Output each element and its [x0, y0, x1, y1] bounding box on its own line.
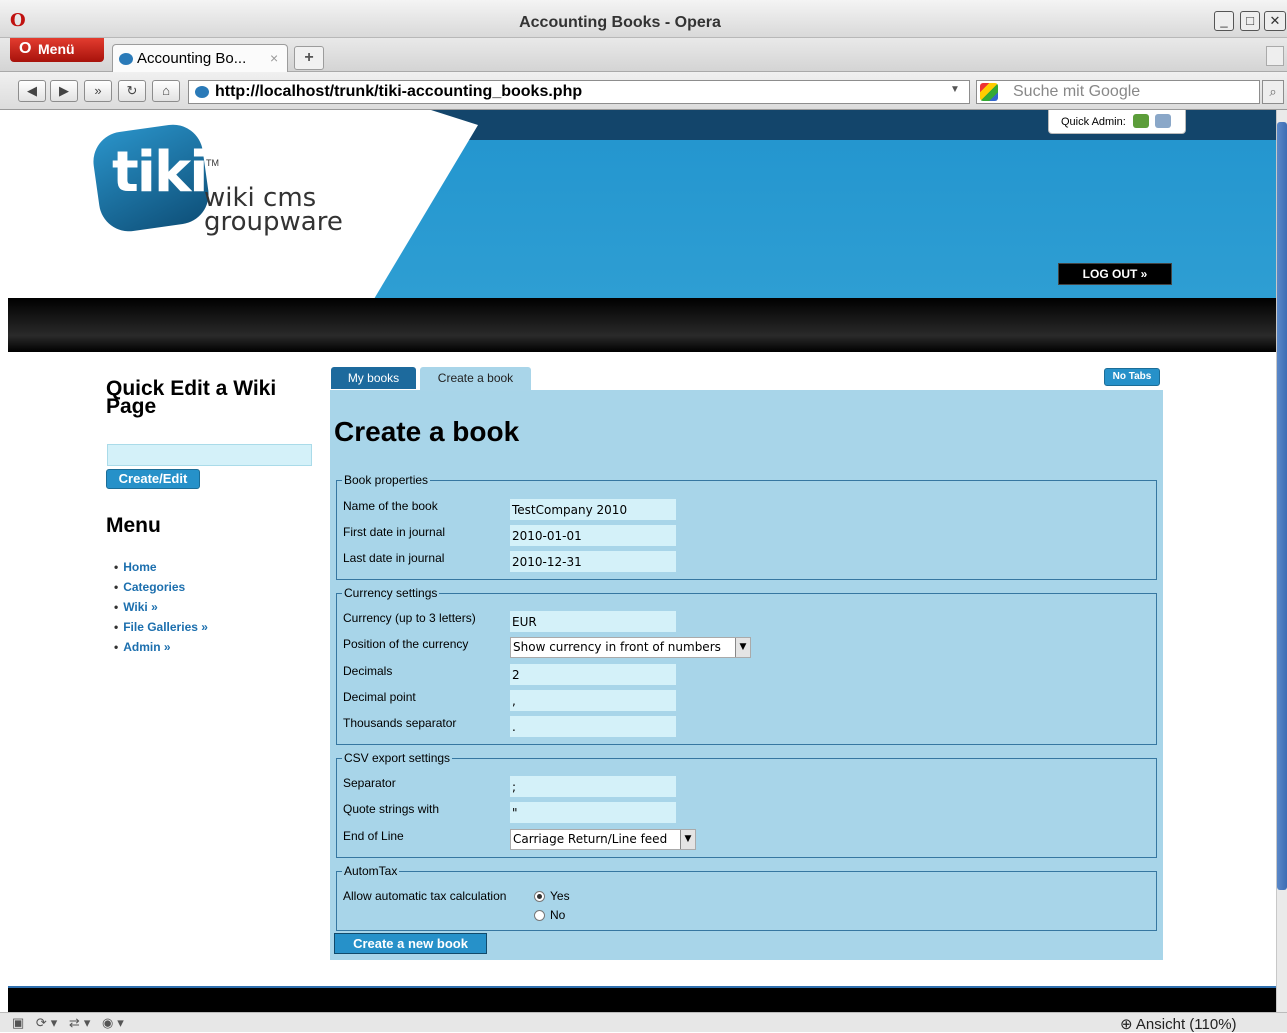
wrench-icon[interactable]: [1155, 114, 1171, 128]
address-bar[interactable]: http://localhost/trunk/tiki-accounting_b…: [188, 80, 970, 104]
tax-yes-label: Yes: [550, 889, 570, 903]
tiki-favicon-icon: [119, 53, 133, 65]
browser-tab-label: Accounting Bo...: [137, 50, 247, 67]
csv-export-fieldset: [336, 758, 1157, 858]
search-go-icon[interactable]: ⌕: [1262, 80, 1284, 104]
zoom-control[interactable]: ⊕ Ansicht (110%): [1120, 1015, 1237, 1033]
menu-list: Home Categories Wiki » File Galleries » …: [114, 560, 208, 660]
footer-bar: [8, 986, 1276, 1012]
quick-edit-input[interactable]: [107, 444, 312, 466]
book-properties-fieldset: [336, 480, 1157, 580]
tab-panel-icon[interactable]: [1266, 46, 1284, 66]
menu-item-categories[interactable]: Categories: [114, 580, 208, 600]
first-date-input[interactable]: 2010-01-01: [510, 525, 676, 546]
decimal-point-label: Decimal point: [343, 690, 416, 704]
currency-settings-legend: Currency settings: [342, 586, 440, 600]
currency-position-value: Show currency in front of numbers: [513, 640, 721, 654]
opera-menu-button[interactable]: O Menü: [10, 38, 104, 62]
zoom-label: Ansicht (110%): [1135, 1016, 1237, 1033]
first-date-label: First date in journal: [343, 525, 446, 539]
tab-my-books[interactable]: My books: [331, 367, 416, 389]
currency-input[interactable]: EUR: [510, 611, 676, 632]
thousands-separator-input[interactable]: .: [510, 716, 676, 737]
quick-edit-title: Quick Edit a Wiki Page: [106, 377, 277, 418]
address-dropdown-icon[interactable]: ▼: [950, 84, 960, 95]
browser-tab[interactable]: Accounting Bo...: [112, 44, 288, 72]
decimals-label: Decimals: [343, 664, 393, 678]
chevron-down-icon: ▼: [680, 830, 695, 849]
book-name-label: Name of the book: [343, 499, 438, 513]
status-bar-icons[interactable]: ▣ ⟳▾ ⇄▾ ◉▾: [12, 1015, 128, 1031]
tax-yes-radio[interactable]: [534, 891, 545, 902]
top-bar: [8, 298, 1276, 352]
currency-position-select[interactable]: Show currency in front of numbers ▼: [510, 637, 751, 658]
browser-status-bar: [0, 1012, 1287, 1032]
address-url: http://localhost/trunk/tiki-accounting_b…: [215, 83, 583, 100]
close-window-icon[interactable]: ✕: [1264, 11, 1286, 31]
csv-export-legend: CSV export settings: [342, 751, 453, 765]
menu-title: Menu: [106, 514, 161, 537]
menu-item-home[interactable]: Home: [114, 560, 208, 580]
scrollbar-thumb[interactable]: [1277, 122, 1287, 890]
fast-forward-icon[interactable]: »: [84, 80, 112, 102]
quick-admin-label: Quick Admin:: [1061, 116, 1126, 128]
currency-label: Currency (up to 3 letters): [343, 611, 476, 625]
menu-item-admin[interactable]: Admin »: [114, 640, 208, 660]
home-icon[interactable]: ⌂: [152, 80, 180, 102]
thousands-separator-label: Thousands separator: [343, 716, 457, 730]
zoom-icon: ⊕: [1120, 1016, 1133, 1033]
end-of-line-select[interactable]: Carriage Return/Line feed ▼: [510, 829, 696, 850]
end-of-line-label: End of Line: [343, 829, 404, 843]
window-title: Accounting Books - Opera: [519, 14, 721, 31]
menu-item-wiki[interactable]: Wiki »: [114, 600, 208, 620]
recycle-icon[interactable]: [1133, 114, 1149, 128]
minimize-icon[interactable]: _: [1214, 11, 1234, 31]
automatic-tax-label: Allow automatic tax calculation: [343, 889, 507, 903]
logo-trademark: TM: [206, 158, 219, 168]
separator-label: Separator: [343, 776, 396, 790]
forward-icon[interactable]: ▶: [50, 80, 78, 102]
decimals-input[interactable]: 2: [510, 664, 676, 685]
google-icon: [980, 83, 998, 101]
opera-menu-icon: O: [19, 40, 32, 57]
tax-no-label: No: [550, 908, 566, 922]
search-input[interactable]: Suche mit Google: [976, 80, 1260, 104]
tab-close-icon[interactable]: ×: [270, 50, 278, 66]
reload-icon[interactable]: ↻: [118, 80, 146, 102]
automtax-legend: AutomTax: [342, 864, 400, 878]
create-new-book-button[interactable]: Create a new book: [334, 933, 487, 954]
separator-input[interactable]: ;: [510, 776, 676, 797]
search-placeholder: Suche mit Google: [1013, 83, 1141, 100]
tab-create-book[interactable]: Create a book: [420, 367, 531, 391]
no-tabs-button[interactable]: No Tabs: [1104, 368, 1160, 386]
book-properties-legend: Book properties: [342, 473, 431, 487]
maximize-icon[interactable]: □: [1240, 11, 1260, 31]
last-date-input[interactable]: 2010-12-31: [510, 551, 676, 572]
quote-strings-input[interactable]: ": [510, 802, 676, 823]
currency-position-label: Position of the currency: [343, 637, 469, 651]
quick-admin-box: Quick Admin:: [1048, 110, 1186, 134]
logout-button[interactable]: LOG OUT »: [1058, 263, 1172, 285]
decimal-point-input[interactable]: ,: [510, 690, 676, 711]
menu-item-file-galleries[interactable]: File Galleries »: [114, 620, 208, 640]
create-edit-button[interactable]: Create/Edit: [106, 469, 200, 489]
last-date-label: Last date in journal: [343, 551, 445, 565]
quote-strings-label: Quote strings with: [343, 802, 440, 816]
chevron-down-icon: ▼: [735, 638, 750, 657]
tiki-logo-wordmark: tiki: [112, 140, 208, 205]
book-name-input[interactable]: TestCompany 2010: [510, 499, 676, 520]
page-title: Create a book: [334, 416, 520, 447]
new-tab-button[interactable]: +: [294, 46, 324, 70]
logo-subtitle: wiki cms groupware: [204, 183, 343, 237]
tax-no-radio[interactable]: [534, 910, 545, 921]
site-favicon-icon: [195, 86, 209, 98]
end-of-line-value: Carriage Return/Line feed: [513, 832, 668, 846]
back-icon[interactable]: ◀: [18, 80, 46, 102]
opera-menu-label: Menü: [38, 41, 75, 57]
